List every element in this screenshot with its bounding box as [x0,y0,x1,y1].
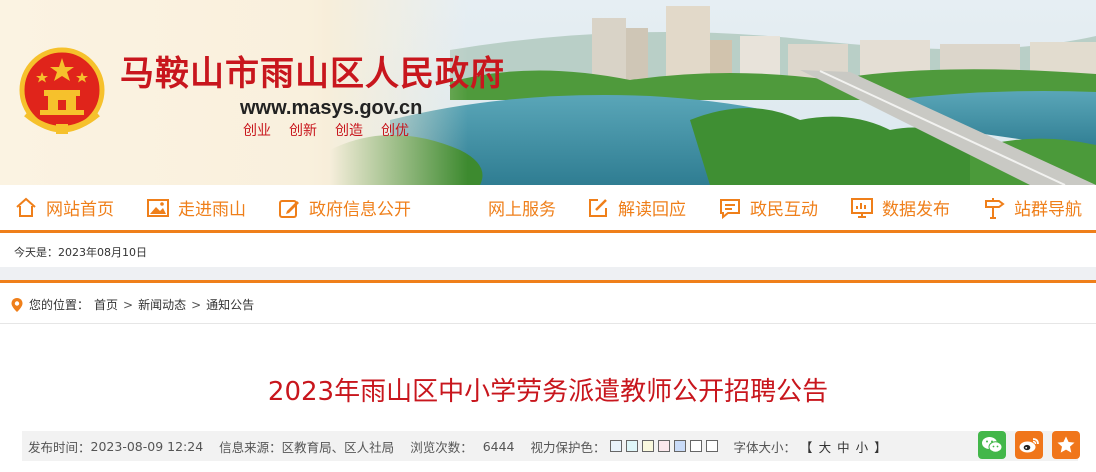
share-wechat-button[interactable] [978,431,1006,459]
nav-label: 网上服务 [488,200,556,220]
slogan-item: 创造 [335,123,363,139]
font-size-small[interactable]: 小 [856,437,869,456]
breadcrumb: 您的位置： 首页 > 新闻动态 > 通知公告 [10,296,254,313]
slogan-list: 创业 创新 创造 创优 [243,120,409,140]
nav-label: 解读回应 [618,200,686,220]
article-title: 2023年雨山区中小学劳务派遣教师公开招聘公告 [267,377,829,407]
eye-care-colors: 视力保护色： [531,437,718,456]
font-size-label: 字体大小： [733,439,797,455]
location-pin-icon [11,297,23,312]
eye-care-swatch[interactable] [641,440,654,452]
nav-item-site-group[interactable]: 站群导航 [982,185,1082,230]
bracket-open: 【 [800,439,813,455]
slogan-item: 创新 [289,123,317,139]
view-count: 浏览次数： 6444 [410,437,514,456]
eye-care-swatch[interactable] [705,440,718,452]
home-icon [16,197,36,217]
site-banner: 马鞍山市雨山区人民政府 www.masys.gov.cn 创业 创新 创造 创优 [0,0,1096,185]
national-emblem-icon [19,47,105,134]
today-date: 今天是：2023年08月10日 [14,246,147,259]
eye-care-swatch[interactable] [673,440,686,452]
nav-item-data[interactable]: 数据发布 [850,185,950,230]
site-url: www.masys.gov.cn [240,97,423,119]
font-size-control: 字体大小： 【 大 中 小 】 [734,437,887,456]
nav-item-interaction[interactable]: 政民互动 [718,185,818,230]
edit-icon [279,199,299,218]
view-count-value: 6444 [482,438,515,454]
site-title: 马鞍山市雨山区人民政府 [120,54,505,94]
star-icon [1057,436,1075,453]
eye-care-swatch[interactable] [609,440,622,452]
breadcrumb-divider [0,323,1096,324]
publish-time-value: 2023-08-09 12:24 [90,438,204,454]
breadcrumb-separator: > [191,297,202,312]
breadcrumb-prefix: 您的位置： [29,298,90,312]
message-icon [720,198,740,219]
favorite-button[interactable] [1052,431,1080,459]
nav-item-interpret[interactable]: 解读回应 [586,185,686,230]
breadcrumb-item-news[interactable]: 新闻动态 [138,296,186,313]
eye-care-swatch-list [609,440,718,452]
divider-strip [0,267,1096,280]
nav-label: 走进雨山 [178,200,246,220]
breadcrumb-separator: > [123,297,134,312]
bracket-close: 】 [874,439,887,455]
eye-care-label: 视力保护色： [530,439,606,455]
main-nav: 网站首页 走进雨山 政府信息公开 网上服务 解读回应 政民互动 数据发布 站群导… [0,185,1096,233]
signpost-icon [985,197,1005,219]
slogan-item: 创业 [243,123,271,139]
eye-care-swatch[interactable] [625,440,638,452]
publish-time-label: 发布时间： [28,439,91,455]
article-meta-bar: 发布时间： 2023-08-09 12:24 信息来源： 区教育局、区人社局 浏… [22,431,1078,461]
nav-label: 数据发布 [882,200,950,220]
font-size-medium[interactable]: 中 [837,437,850,456]
breadcrumb-item-notice[interactable]: 通知公告 [206,296,254,313]
pen-square-icon [589,198,607,217]
font-size-options: 【 大 中 小 】 [800,437,887,456]
weibo-icon [1019,438,1039,453]
wechat-icon [982,437,1003,453]
info-source: 信息来源： 区教育局、区人社局 [219,437,394,456]
info-source-label: 信息来源： [219,439,282,455]
share-weibo-button[interactable] [1015,431,1043,459]
slogan-item: 创优 [381,123,409,139]
breadcrumb-item-home[interactable]: 首页 [94,296,118,313]
nav-item-online-service[interactable]: 网上服务 [488,185,556,230]
nav-label: 政民互动 [750,200,818,220]
article-panel: 您的位置： 首页 > 新闻动态 > 通知公告 2023年雨山区中小学劳务派遣教师… [0,280,1096,472]
nav-label: 政府信息公开 [309,200,411,220]
view-count-label: 浏览次数： [410,439,473,455]
nav-label: 网站首页 [46,200,114,220]
monitor-chart-icon [851,197,873,218]
publish-time: 发布时间： 2023-08-09 12:24 [28,437,203,456]
picture-icon [147,198,169,217]
nav-label: 站群导航 [1014,200,1082,220]
info-source-value: 区教育局、区人社局 [281,439,395,455]
date-bar: 今天是：2023年08月10日 [0,233,1096,267]
nav-item-home[interactable]: 网站首页 [14,185,114,230]
nav-item-about[interactable]: 走进雨山 [146,185,246,230]
eye-care-swatch[interactable] [689,440,702,452]
eye-care-swatch[interactable] [657,440,670,452]
nav-item-gov-info[interactable]: 政府信息公开 [277,185,411,230]
font-size-large[interactable]: 大 [819,437,832,456]
